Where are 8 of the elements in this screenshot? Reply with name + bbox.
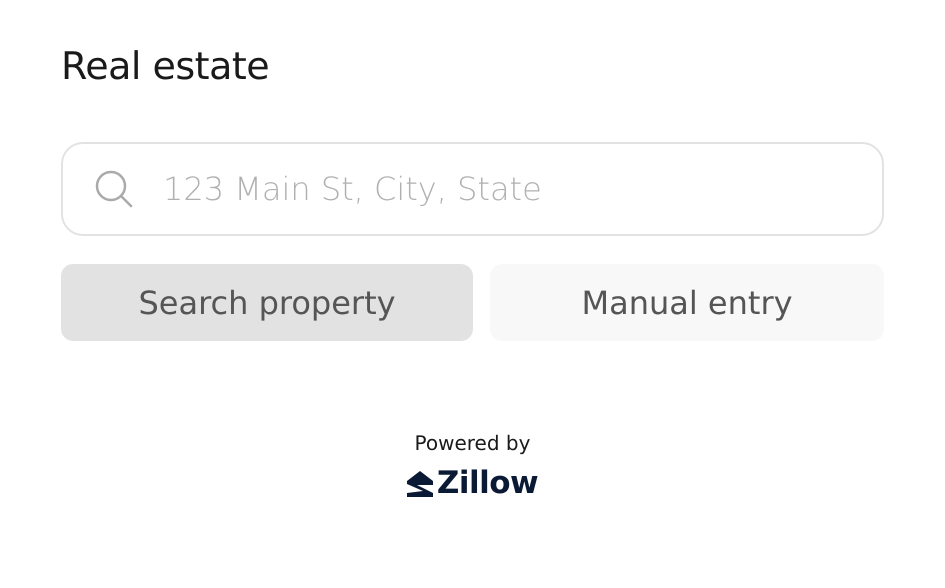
address-search-field[interactable]: 123 Main St, City, State [61,142,884,236]
search-property-button[interactable]: Search property [61,264,473,341]
brand-name: Zillow [436,465,538,501]
manual-entry-button[interactable]: Manual entry [490,264,884,341]
search-icon [93,168,135,210]
page-title: Real estate [61,43,270,90]
powered-by-text: Powered by [414,431,530,455]
house-logo-icon [406,469,433,497]
